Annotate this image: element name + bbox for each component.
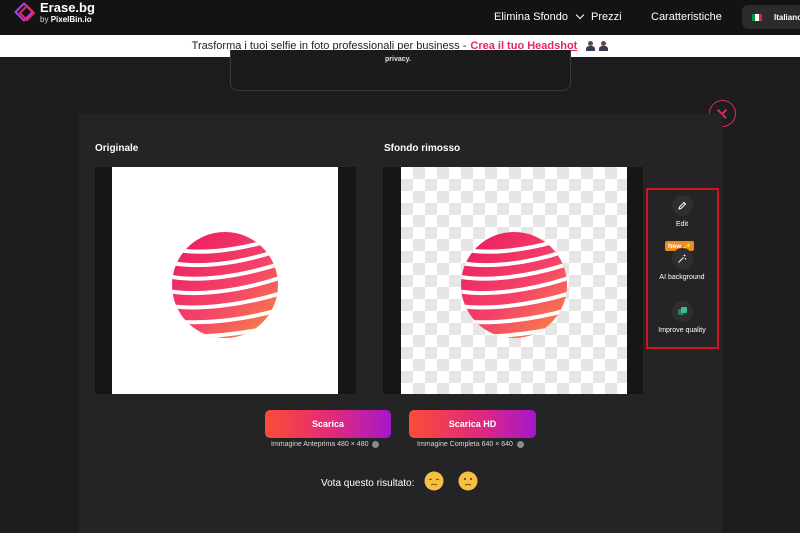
magic-wand-icon <box>671 248 693 269</box>
original-title: Originale <box>95 143 139 154</box>
nav-label: Caratteristiche <box>651 11 722 23</box>
language-selector[interactable]: Italiano <box>742 5 800 29</box>
download-button[interactable]: Scarica <box>265 410 391 438</box>
edit-tool-button[interactable]: Edit <box>648 195 716 228</box>
italy-flag-icon <box>752 13 762 21</box>
pencil-icon <box>671 195 693 216</box>
unhappy-face-icon[interactable] <box>424 471 444 491</box>
brand-title: Erase.bg <box>40 0 95 15</box>
tool-label: Improve quality <box>658 327 706 334</box>
improve-quality-tool-button[interactable]: Improve quality <box>648 301 716 334</box>
ai-background-tool-button[interactable]: AI background <box>648 248 716 281</box>
download-hd-caption: Immagine Completa 640 × 640 <box>417 441 524 448</box>
person-emoji-icon <box>599 41 609 51</box>
original-image <box>112 167 338 394</box>
original-image-frame <box>95 167 356 394</box>
tool-label: AI background <box>659 274 705 281</box>
removed-image-frame <box>383 167 643 394</box>
tool-label: Edit <box>675 221 689 228</box>
info-icon[interactable] <box>516 441 524 448</box>
language-label: Italiano <box>774 12 800 22</box>
brand-by: by <box>40 15 49 24</box>
background-card-text: privacy. <box>385 56 411 63</box>
nav-remove-background[interactable]: Elimina Sfondo <box>494 10 585 23</box>
neutral-face-icon[interactable] <box>458 471 478 491</box>
info-icon[interactable] <box>372 441 380 448</box>
download-caption: Immagine Anteprima 480 × 480 <box>271 441 380 448</box>
download-caption-text: Immagine Completa 640 × 640 <box>417 441 513 448</box>
nav-pricing[interactable]: Prezzi <box>591 11 622 23</box>
globe-logo-image <box>455 231 573 339</box>
result-modal: Originale Sfondo rimosso Edit New ✨ AI b… <box>79 114 722 533</box>
brand-company: PixelBin.io <box>50 15 92 24</box>
rating-label: Vota questo risultato: <box>321 478 415 489</box>
download-hd-button[interactable]: Scarica HD <box>409 410 536 438</box>
download-caption-text: Immagine Anteprima 480 × 480 <box>271 441 369 448</box>
brand-logo[interactable]: Erase.bg by PixelBin.io <box>14 1 95 24</box>
nav-features[interactable]: Caratteristiche <box>651 11 722 23</box>
enhance-icon <box>671 301 693 322</box>
globe-logo-image <box>166 231 284 339</box>
erase-bg-logo-icon <box>14 1 36 24</box>
brand-subtitle: by PixelBin.io <box>40 16 95 24</box>
top-header: Erase.bg by PixelBin.io Elimina Sfondo P… <box>0 0 800 35</box>
removed-bg-title: Sfondo rimosso <box>384 143 461 154</box>
person-emoji-icon <box>586 41 596 51</box>
nav-label: Elimina Sfondo <box>494 11 568 23</box>
edit-tools-panel: Edit New ✨ AI background Improve quality <box>646 188 719 349</box>
removed-bg-image <box>401 167 627 394</box>
background-card: privacy. <box>230 50 571 91</box>
chevron-down-icon <box>575 10 585 20</box>
nav-label: Prezzi <box>591 11 622 23</box>
